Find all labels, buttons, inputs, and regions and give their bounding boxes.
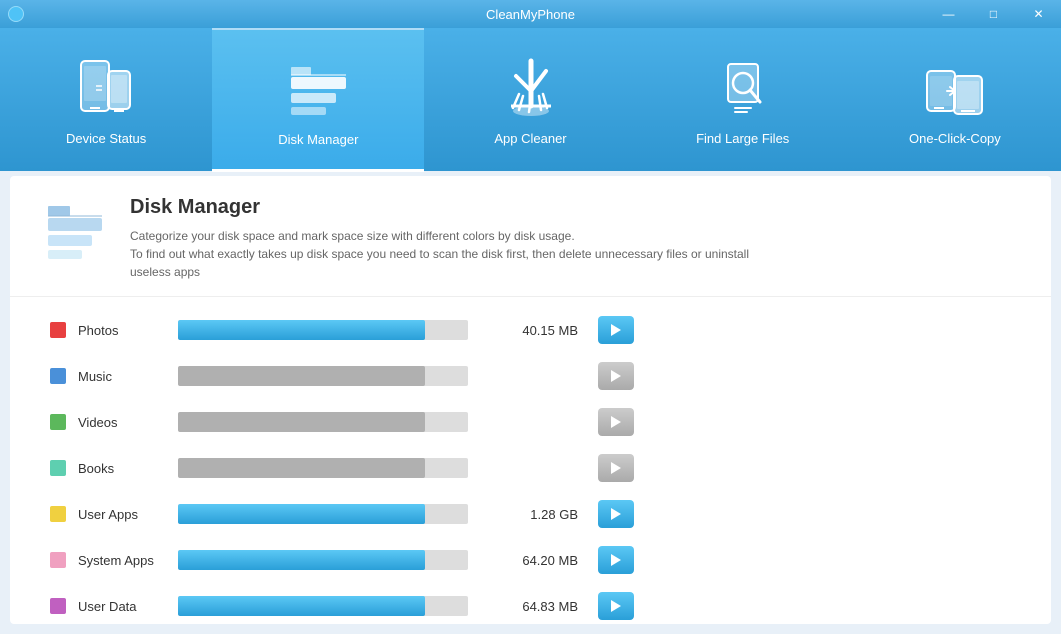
- disk-color-system-apps: [50, 552, 66, 568]
- disk-size-user-apps: 1.28 GB: [488, 507, 578, 522]
- tab-one-click-copy-label: One-Click-Copy: [909, 131, 1001, 146]
- content-description-2: To find out what exactly takes up disk s…: [130, 245, 749, 263]
- window-controls: — □ ✕: [926, 0, 1061, 28]
- header-text: Disk Manager Categorize your disk space …: [130, 196, 749, 281]
- arrow-icon-photos: [611, 324, 621, 336]
- tab-app-cleaner-label: App Cleaner: [494, 131, 566, 146]
- disk-arrow-btn-photos[interactable]: [598, 316, 634, 344]
- one-click-copy-icon: [920, 53, 990, 123]
- disk-bar-user-apps: [178, 504, 425, 524]
- disk-manager-icon: [283, 54, 353, 124]
- arrow-icon-books: [611, 462, 621, 474]
- tab-disk-manager[interactable]: Disk Manager: [212, 28, 424, 171]
- disk-name-system-apps: System Apps: [78, 553, 178, 568]
- disk-item-user-data: User Data 64.83 MB: [50, 588, 1011, 624]
- minimize-button[interactable]: —: [926, 0, 971, 28]
- disk-bar-container-books: [178, 458, 468, 478]
- content-title: Disk Manager: [130, 196, 749, 219]
- disk-arrow-btn-books: [598, 454, 634, 482]
- disk-item-videos: Videos: [50, 404, 1011, 440]
- disk-name-user-data: User Data: [78, 599, 178, 614]
- disk-bar-container-music: [178, 366, 468, 386]
- arrow-icon-user-apps: [611, 508, 621, 520]
- tab-device-status-label: Device Status: [66, 131, 146, 146]
- content-description-3: useless apps: [130, 263, 749, 281]
- disk-name-books: Books: [78, 461, 178, 476]
- main-content: Disk Manager Categorize your disk space …: [10, 176, 1051, 624]
- disk-size-user-data: 64.83 MB: [488, 599, 578, 614]
- disk-bar-container-user-apps: [178, 504, 468, 524]
- disk-bar-videos: [178, 412, 425, 432]
- disk-color-user-apps: [50, 506, 66, 522]
- disk-item-system-apps: System Apps 64.20 MB: [50, 542, 1011, 578]
- disk-color-books: [50, 460, 66, 476]
- title-bar: CleanMyPhone — □ ✕: [0, 0, 1061, 28]
- disk-color-user-data: [50, 598, 66, 614]
- disk-bar-music: [178, 366, 425, 386]
- arrow-icon-music: [611, 370, 621, 382]
- content-header: Disk Manager Categorize your disk space …: [10, 176, 1051, 297]
- device-status-icon: [71, 53, 141, 123]
- disk-item-books: Books: [50, 450, 1011, 486]
- tab-one-click-copy[interactable]: One-Click-Copy: [849, 28, 1061, 171]
- disk-bar-user-data: [178, 596, 425, 616]
- disk-bar-books: [178, 458, 425, 478]
- disk-arrow-btn-user-data[interactable]: [598, 592, 634, 620]
- disk-name-photos: Photos: [78, 323, 178, 338]
- disk-manager-header-icon: [40, 196, 110, 266]
- arrow-icon-system-apps: [611, 554, 621, 566]
- disk-name-videos: Videos: [78, 415, 178, 430]
- arrow-icon-user-data: [611, 600, 621, 612]
- disk-bar-system-apps: [178, 550, 425, 570]
- disk-arrow-btn-system-apps[interactable]: [598, 546, 634, 574]
- disk-item-photos: Photos 40.15 MB: [50, 312, 1011, 348]
- app-title: CleanMyPhone: [486, 7, 575, 22]
- disk-bar-photos: [178, 320, 425, 340]
- maximize-button[interactable]: □: [971, 0, 1016, 28]
- disk-size-system-apps: 64.20 MB: [488, 553, 578, 568]
- disk-arrow-btn-videos: [598, 408, 634, 436]
- disk-item-music: Music: [50, 358, 1011, 394]
- disk-bar-container-system-apps: [178, 550, 468, 570]
- find-large-files-icon: [708, 53, 778, 123]
- disk-bar-container-videos: [178, 412, 468, 432]
- disk-color-videos: [50, 414, 66, 430]
- app-icon: [8, 6, 24, 22]
- app-cleaner-icon: [496, 53, 566, 123]
- disk-arrow-btn-music: [598, 362, 634, 390]
- disk-bar-container-photos: [178, 320, 468, 340]
- close-button[interactable]: ✕: [1016, 0, 1061, 28]
- tab-find-large-files-label: Find Large Files: [696, 131, 789, 146]
- disk-size-photos: 40.15 MB: [488, 323, 578, 338]
- tab-device-status[interactable]: Device Status: [0, 28, 212, 171]
- disk-name-user-apps: User Apps: [78, 507, 178, 522]
- tab-disk-manager-label: Disk Manager: [278, 132, 358, 147]
- content-description-1: Categorize your disk space and mark spac…: [130, 227, 749, 245]
- disk-name-music: Music: [78, 369, 178, 384]
- disk-color-music: [50, 368, 66, 384]
- disk-items-list: Photos 40.15 MB Music Videos Books: [10, 297, 1051, 624]
- tab-find-large-files[interactable]: Find Large Files: [637, 28, 849, 171]
- disk-bar-container-user-data: [178, 596, 468, 616]
- disk-arrow-btn-user-apps[interactable]: [598, 500, 634, 528]
- disk-item-user-apps: User Apps 1.28 GB: [50, 496, 1011, 532]
- tab-app-cleaner[interactable]: App Cleaner: [424, 28, 636, 171]
- arrow-icon-videos: [611, 416, 621, 428]
- navigation-bar: Device Status Disk Manager: [0, 28, 1061, 171]
- disk-color-photos: [50, 322, 66, 338]
